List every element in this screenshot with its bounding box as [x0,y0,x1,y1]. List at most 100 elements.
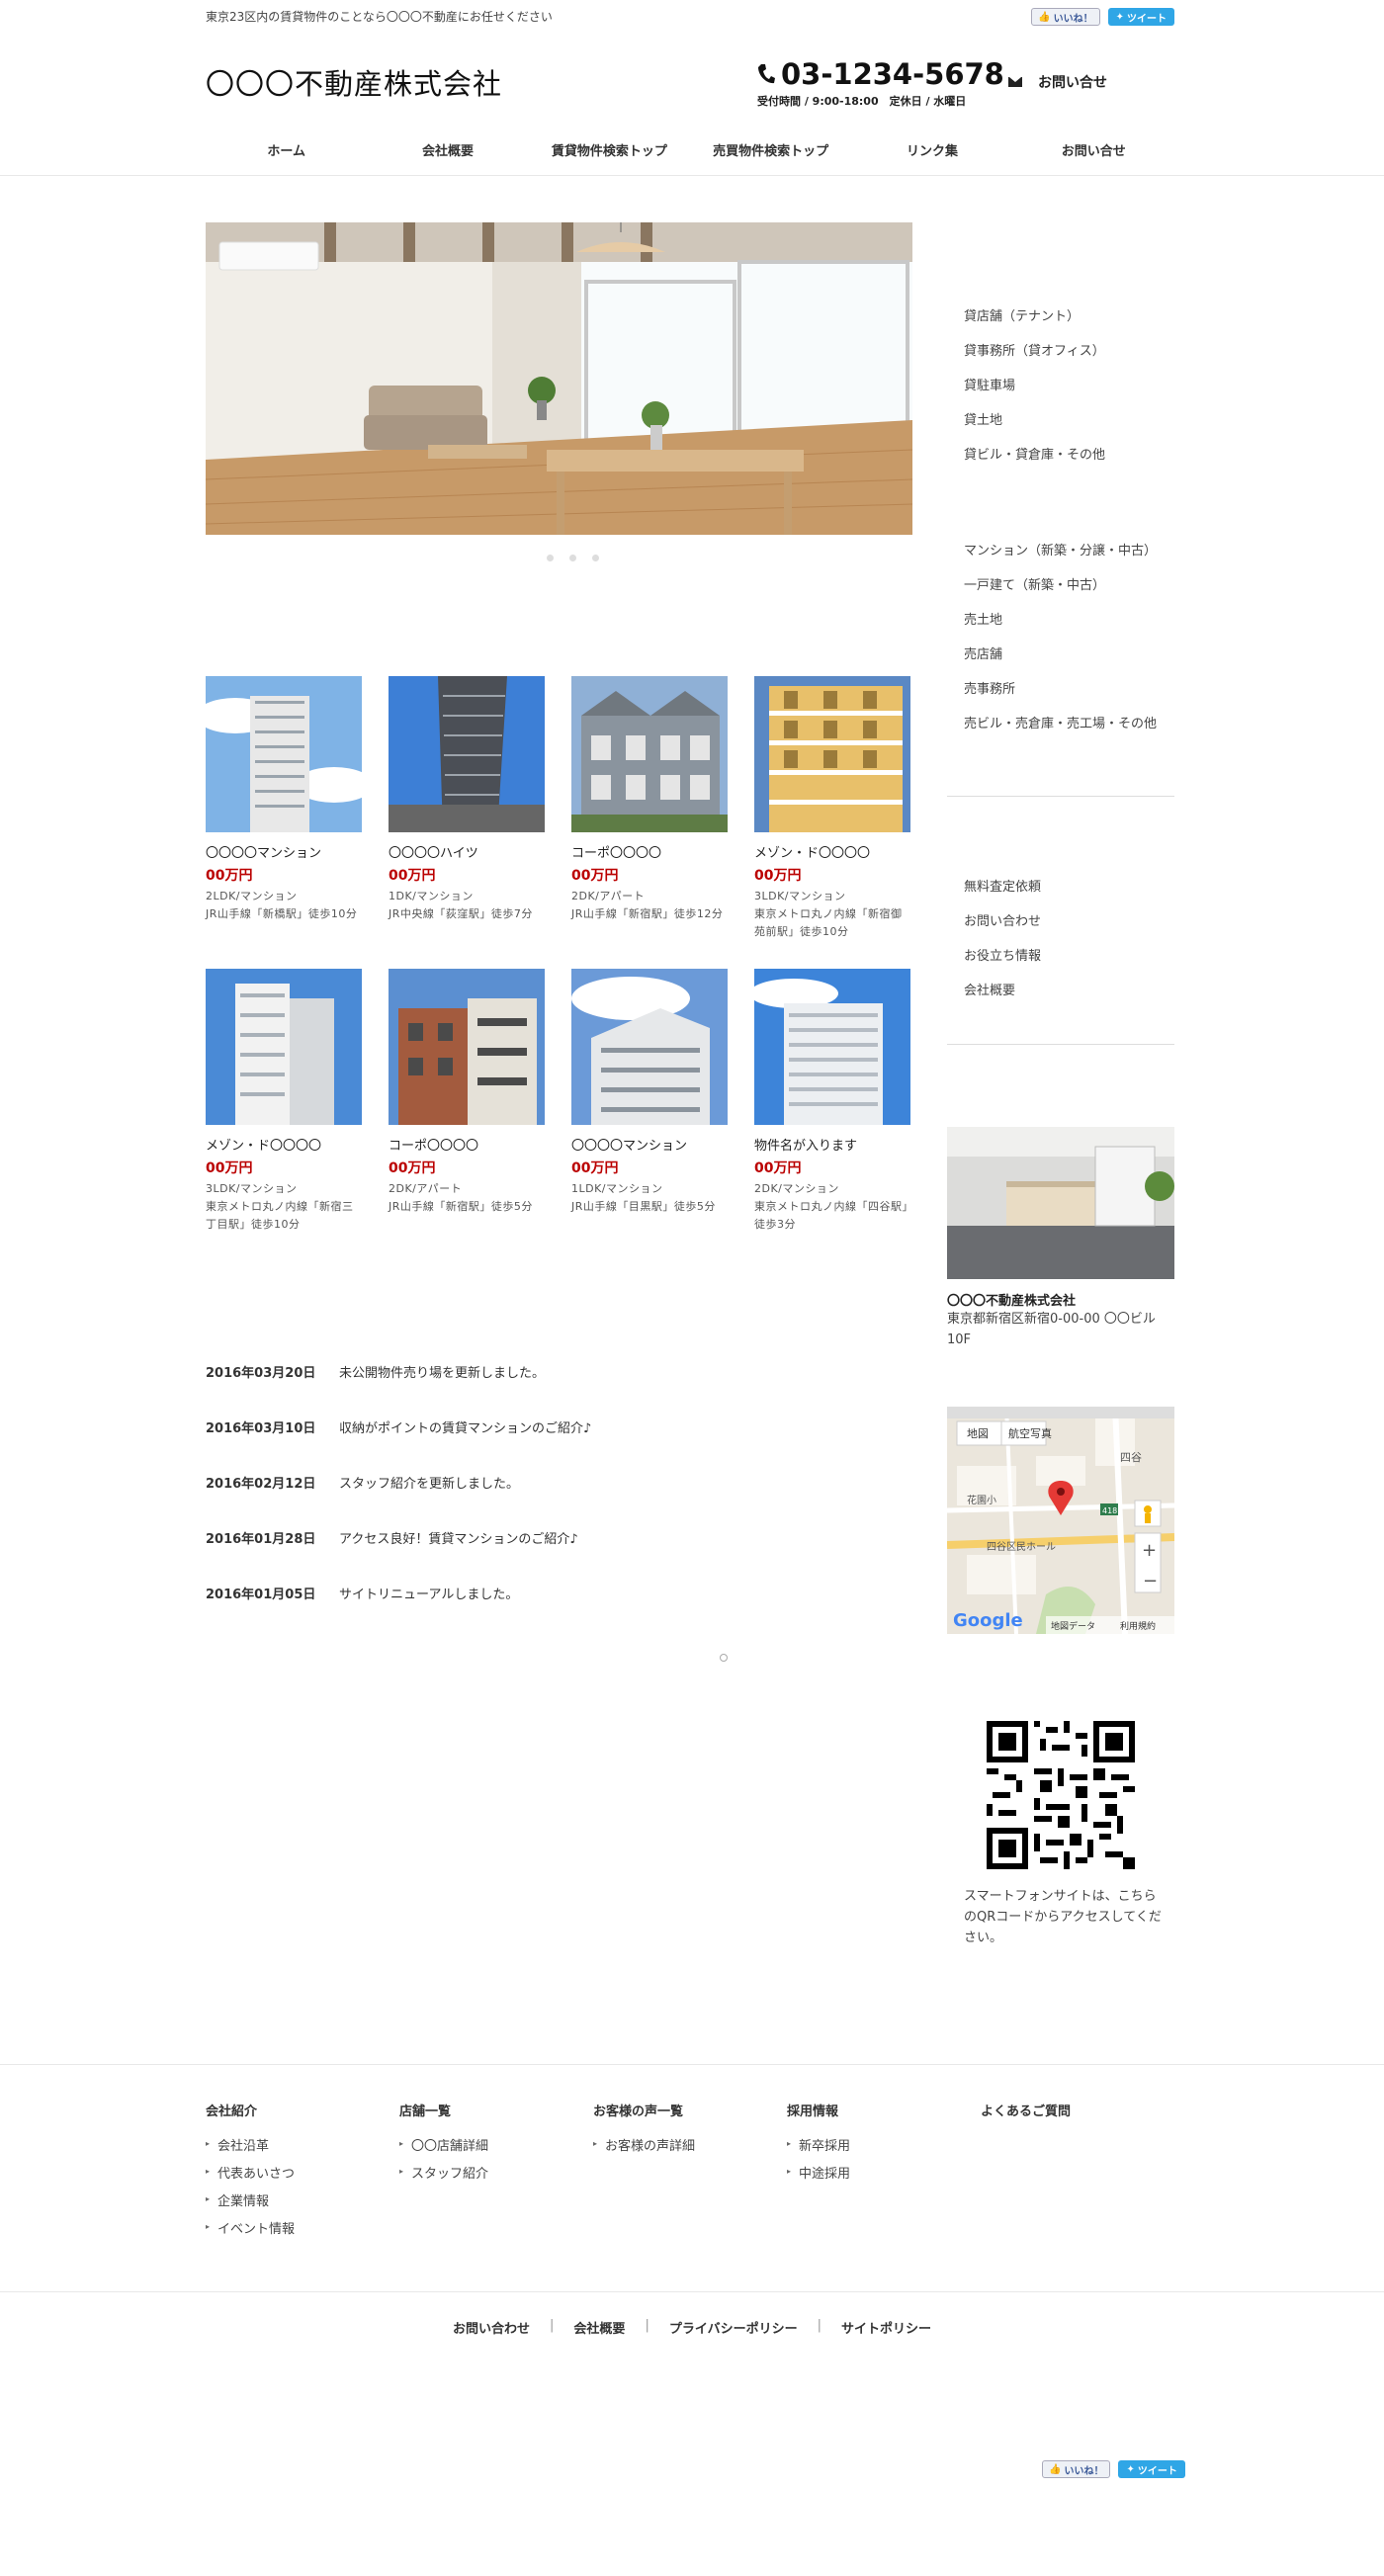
property-spec: 2LDK/マンション JR山手線「新橋駅」徒歩10分 [206,890,358,920]
property-price: 00万円 [754,1160,802,1176]
footer-link[interactable]: ▸ イベント情報 [206,2218,399,2246]
property-price: 00万円 [206,1160,253,1176]
svg-text:+: + [1142,1540,1157,1561]
slider-dot[interactable] [592,555,599,561]
footer-link-company[interactable]: 会社概要 [573,2318,625,2337]
sidebar-item-link[interactable]: お役立ち情報 [964,945,1041,980]
footer-link-contact[interactable]: お問い合わせ [453,2318,530,2337]
tweet-label: ツイート [1137,2465,1177,2477]
site-logo[interactable]: 〇〇〇不動産株式会社 [206,61,502,103]
property-card[interactable]: メゾン・ド〇〇〇〇 00万円 3LDK/マンション 東京メトロ丸ノ内線「新宿御苑前… [754,676,910,941]
property-card[interactable]: 〇〇〇〇ハイツ 00万円 1DK/マンション JR中央線「荻窪駅」徒歩7分 [389,676,545,923]
news-item[interactable]: 2016年03月20日 未公開物件売り場を更新しました。 [206,1362,912,1417]
news-item[interactable]: 2016年01月28日 アクセス良好！賃貸マンションのご紹介♪ [206,1528,912,1584]
news-title[interactable]: 未公開物件売り場を更新しました。 [339,1362,545,1417]
footer-link[interactable]: ▸ 会社沿革 [206,2135,399,2163]
footer-col-title[interactable]: よくあるご質問 [981,2101,1174,2119]
sidebar-item-sale[interactable]: 売ビル・売倉庫・売工場・その他 [964,713,1157,747]
footer-link[interactable]: ▸ 新卒採用 [787,2135,981,2163]
sidebar-item-rent[interactable]: 貸店舗（テナント） [964,305,1105,340]
phone-icon [758,64,775,84]
footer-link[interactable]: ▸ スタッフ紹介 [399,2163,593,2190]
news-title[interactable]: スタッフ紹介を更新しました。 [339,1473,519,1528]
property-name: コーポ〇〇〇〇 [571,846,662,861]
tweet-label: ツイート [1127,13,1167,25]
phone-number-text: 03-1234-5678 [781,57,1004,91]
header-contact-link[interactable]: お問い合せ [1008,72,1107,92]
site-tagline: 東京23区内の賃貸物件のことなら〇〇〇不動産にお任せください [206,10,553,24]
tweet-button[interactable]: ✦ ツイート [1118,2460,1185,2478]
google-map[interactable]: 地図 航空写真 花園小 四谷区民ホール 四谷 418 + − Google 地図… [947,1407,1174,1634]
global-nav: ホーム 会社概要 賃貸物件検索トップ 売買物件検索トップ リンク集 お問い合せ [206,136,1174,178]
slider-dot[interactable] [547,555,554,561]
qr-code [987,1721,1135,1869]
sidebar-item-sale[interactable]: マンション（新築・分譲・中古） [964,540,1157,574]
sidebar-item-link[interactable]: 会社概要 [964,980,1041,1014]
property-price: 00万円 [754,868,802,884]
news-title[interactable]: 収納がポイントの賃貸マンションのご紹介♪ [339,1417,591,1473]
news-date: 2016年02月12日 [206,1477,316,1492]
sidebar-item-rent[interactable]: 貸駐車場 [964,375,1105,409]
news-pager-dot[interactable] [720,1654,728,1662]
nav-home[interactable]: ホーム [206,136,368,178]
triangle-right-icon: ▸ [399,2139,404,2148]
property-name: 〇〇〇〇マンション [571,1139,688,1154]
sidebar-item-link[interactable]: お問い合わせ [964,910,1041,945]
phone-number[interactable]: 03-1234-5678 [757,57,1004,91]
news-item[interactable]: 2016年03月10日 収納がポイントの賃貸マンションのご紹介♪ [206,1417,912,1473]
nav-links[interactable]: リンク集 [851,136,1012,178]
news-date: 2016年01月28日 [206,1532,316,1547]
footer-col-title[interactable]: お客様の声一覧 [593,2101,787,2119]
footer-link[interactable]: ▸ 企業情報 [206,2190,399,2218]
news-title[interactable]: アクセス良好！賃貸マンションのご紹介♪ [339,1528,578,1584]
news-item[interactable]: 2016年02月12日 スタッフ紹介を更新しました。 [206,1473,912,1528]
footer-link[interactable]: ▸ 中途採用 [787,2163,981,2190]
property-photo [571,969,728,1125]
property-card[interactable]: コーポ〇〇〇〇 00万円 2DK/アパート JR山手線「新宿駅」徒歩12分 [571,676,728,923]
property-card[interactable]: 物件名が入ります 00万円 2DK/マンション 東京メトロ丸ノ内線「四谷駅」徒歩3… [754,969,910,1234]
footer-link-site-policy[interactable]: サイトポリシー [841,2318,931,2337]
news-list: 2016年03月20日 未公開物件売り場を更新しました。 2016年03月10日 収… [206,1362,912,1639]
footer-col-title[interactable]: 店舗一覧 [399,2101,593,2119]
footer-link-privacy[interactable]: プライバシーポリシー [669,2318,798,2337]
nav-contact[interactable]: お問い合せ [1013,136,1174,178]
triangle-right-icon: ▸ [206,2194,211,2203]
property-card[interactable]: 〇〇〇〇マンション 00万円 2LDK/マンション JR山手線「新橋駅」徒歩10分 [206,676,362,923]
nav-sale-search[interactable]: 売買物件検索トップ [690,136,851,178]
footer-link[interactable]: ▸ お客様の声詳細 [593,2135,787,2163]
footer-link[interactable]: ▸ 代表あいさつ [206,2163,399,2190]
property-name: メゾン・ド〇〇〇〇 [754,846,871,861]
news-date: 2016年03月10日 [206,1421,316,1436]
news-title[interactable]: サイトリニューアルしました。 [339,1584,518,1639]
map-road-number: 418 [1102,1506,1117,1515]
property-card[interactable]: 〇〇〇〇マンション 00万円 1LDK/マンション JR山手線「目黒駅」徒歩5分 [571,969,728,1216]
map-tab-map: 地図 [967,1427,989,1440]
sidebar-item-sale[interactable]: 売土地 [964,609,1157,644]
tweet-button[interactable]: ✦ ツイート [1107,8,1174,26]
sidebar-item-link[interactable]: 無料査定依頼 [964,876,1041,910]
sidebar-item-rent[interactable]: 貸土地 [964,409,1105,444]
sidebar-item-sale[interactable]: 売事務所 [964,678,1157,713]
footer-col-title[interactable]: 採用情報 [787,2101,981,2119]
property-spec: 3LDK/マンション 東京メトロ丸ノ内線「新宿御苑前駅」徒歩10分 [754,890,903,938]
footer-link[interactable]: ▸ 〇〇店舗詳細 [399,2135,593,2163]
footer-col-title[interactable]: 会社紹介 [206,2101,399,2119]
separator: | [817,2318,822,2333]
nav-company[interactable]: 会社概要 [367,136,528,178]
property-card[interactable]: コーポ〇〇〇〇 00万円 2DK/アパート JR山手線「新宿駅」徒歩5分 [389,969,545,1216]
facebook-like-button[interactable]: 👍 いいね！ [1042,2460,1111,2478]
sidebar-item-sale[interactable]: 一戸建て（新築・中古） [964,574,1157,609]
company-address: 東京都新宿区新宿0-00-00 〇〇ビル10F [947,1312,1156,1347]
sidebar-item-sale[interactable]: 売店舗 [964,644,1157,678]
sidebar-item-rent[interactable]: 貸事務所（貸オフィス） [964,340,1105,375]
facebook-like-button[interactable]: 👍 いいね！ [1031,8,1100,26]
news-item[interactable]: 2016年01月05日 サイトリニューアルしました。 [206,1584,912,1639]
slider-dot[interactable] [569,555,576,561]
property-name: 〇〇〇〇ハイツ [389,846,478,861]
map-tab-satellite: 航空写真 [1008,1426,1052,1440]
nav-rent-search[interactable]: 賃貸物件検索トップ [529,136,690,178]
sidebar-item-rent[interactable]: 貸ビル・貸倉庫・その他 [964,444,1105,478]
property-card[interactable]: メゾン・ド〇〇〇〇 00万円 3LDK/マンション 東京メトロ丸ノ内線「新宿三丁目… [206,969,362,1234]
triangle-right-icon: ▸ [206,2139,211,2148]
triangle-right-icon: ▸ [206,2222,211,2231]
